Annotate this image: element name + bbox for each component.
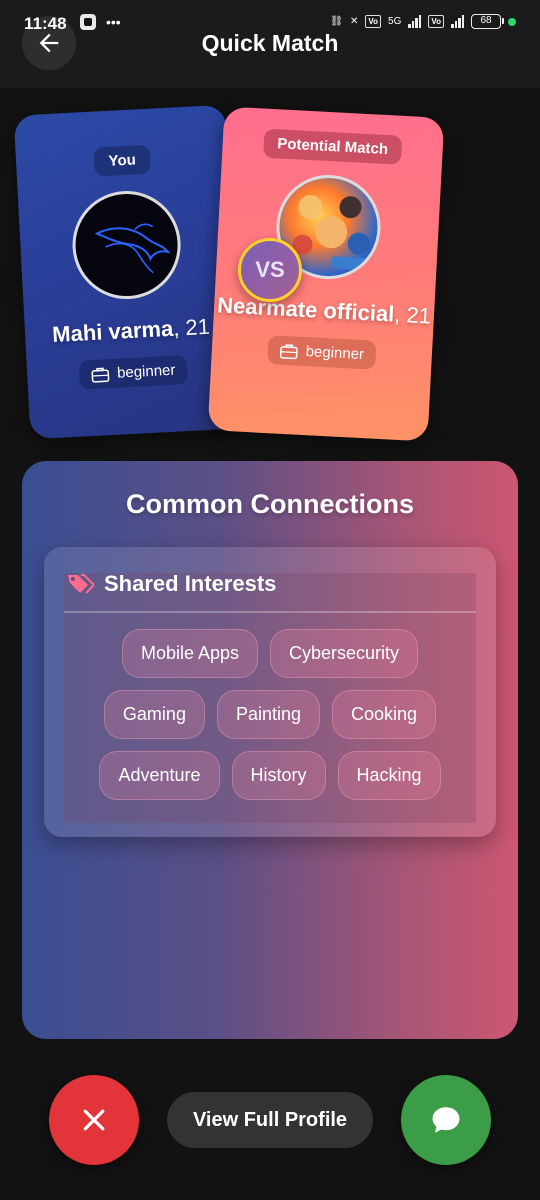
dragon-logo-icon (94, 223, 171, 274)
reject-button[interactable] (49, 1075, 139, 1165)
volte-icon: Vo (365, 15, 382, 28)
interest-tag: History (231, 751, 326, 800)
link-icon: ⛓ (330, 16, 343, 27)
more-dots-icon: ••• (106, 14, 121, 30)
interest-tag: Adventure (99, 751, 220, 800)
common-connections-title: Common Connections (126, 489, 414, 519)
app-notification-icon (80, 14, 96, 30)
you-badge: You (93, 144, 151, 177)
shared-interests-panel: Shared Interests Mobile Apps Cybersecuri… (44, 547, 496, 837)
your-profile-card: You Mahi varma, 21 beginner (13, 104, 243, 440)
status-time: 11:48 (24, 14, 67, 33)
match-level-chip: beginner (267, 335, 377, 370)
your-name: Mahi varma, 21 (51, 313, 211, 348)
your-avatar (69, 188, 184, 302)
interest-tags: Mobile Apps Cybersecurity Gaming Paintin… (84, 629, 456, 800)
battery-icon: 68 (471, 14, 504, 29)
tag-icon (68, 574, 94, 594)
network-type: 5G (388, 16, 402, 27)
briefcase-icon (91, 367, 110, 383)
briefcase-icon (279, 343, 298, 359)
match-name: Nearmate official, 21 (216, 292, 432, 329)
interest-tag: Gaming (103, 690, 205, 739)
shared-interests-title: Shared Interests (104, 571, 277, 596)
status-bar: 11:48 ••• ⛓ ✕ Vo 5G Vo 68 (0, 0, 540, 50)
interest-tag: Hacking (337, 751, 441, 800)
signal-icon (408, 15, 422, 28)
interest-tag: Mobile Apps (121, 629, 259, 678)
vs-badge: VS (238, 238, 302, 302)
privacy-dot (508, 17, 516, 26)
interest-tag: Cooking (332, 690, 437, 739)
common-connections-card: Common Connections Shared Interests Mobi… (22, 461, 518, 1039)
volte-icon-2: Vo (428, 15, 444, 28)
potential-match-badge: Potential Match (262, 128, 403, 165)
your-level-chip: beginner (78, 355, 189, 390)
interest-tag: Cybersecurity (270, 629, 419, 678)
close-icon (83, 1109, 105, 1131)
interest-tag: Painting (216, 690, 321, 739)
signal-icon-2 (451, 15, 464, 28)
view-full-profile-button[interactable]: View Full Profile (167, 1092, 373, 1148)
divider (64, 611, 476, 613)
chat-bubble-icon (432, 1107, 460, 1133)
vibrate-off-icon: ✕ (349, 16, 359, 27)
chat-button[interactable] (401, 1075, 491, 1165)
